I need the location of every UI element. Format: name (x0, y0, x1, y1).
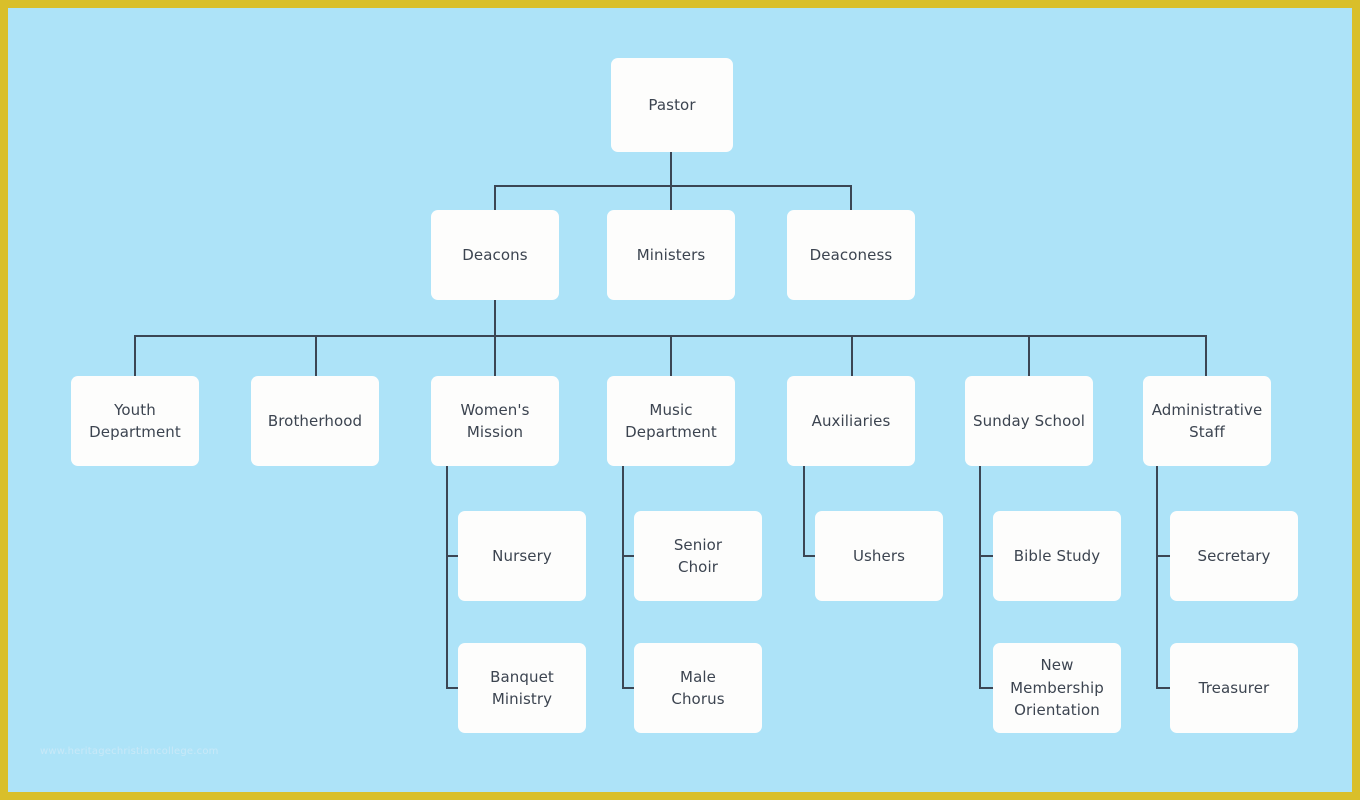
org-node-nursery[interactable]: Nursery (458, 511, 586, 601)
org-node-deaconess-label: Deaconess (809, 245, 893, 264)
connector-music-spine (622, 466, 624, 689)
connector-newmember-stub (979, 687, 993, 689)
connector-auxiliaries-spine (803, 466, 805, 557)
org-node-bible-study[interactable]: Bible Study (993, 511, 1121, 601)
org-node-brotherhood[interactable]: Brotherhood (251, 376, 379, 466)
org-node-ministers-label: Ministers (636, 245, 706, 264)
org-node-music-department[interactable]: Music Department (607, 376, 735, 466)
watermark-text: www.heritagechristiancollege.com (40, 746, 219, 757)
org-node-womens-mission[interactable]: Women's Mission (431, 376, 559, 466)
connector-music-drop (670, 335, 672, 379)
org-node-treasurer-label: Treasurer (1198, 678, 1270, 697)
connector-womens-drop (494, 335, 496, 379)
org-node-male-chorus-label: Male Chorus (671, 667, 725, 709)
org-node-pastor-label: Pastor (648, 95, 696, 114)
org-node-banquet-ministry-label: Banquet Ministry (490, 667, 554, 709)
connector-admin-drop (1205, 335, 1207, 379)
connector-sunday-spine (979, 466, 981, 689)
org-node-senior-choir[interactable]: Senior Choir (634, 511, 762, 601)
org-node-administrative-staff[interactable]: Administrative Staff (1143, 376, 1271, 466)
org-node-male-chorus[interactable]: Male Chorus (634, 643, 762, 733)
org-node-ministers[interactable]: Ministers (607, 210, 735, 300)
connector-banquet-stub (446, 687, 458, 689)
org-node-sunday-school[interactable]: Sunday School (965, 376, 1093, 466)
org-node-youth-department-label: Youth Department (89, 400, 181, 442)
connector-sunday-drop (1028, 335, 1030, 379)
connector-deacons-stem (494, 300, 496, 336)
org-node-youth-department[interactable]: Youth Department (71, 376, 199, 466)
connector-youth-drop (134, 335, 136, 379)
connector-admin-spine (1156, 466, 1158, 689)
org-node-senior-choir-label: Senior Choir (673, 535, 723, 577)
org-node-deaconess[interactable]: Deaconess (787, 210, 915, 300)
org-chart-canvas: Pastor Deacons Ministers Deaconess Youth… (8, 8, 1352, 792)
org-node-treasurer[interactable]: Treasurer (1170, 643, 1298, 733)
connector-womens-spine (446, 466, 448, 689)
org-node-womens-mission-label: Women's Mission (460, 400, 530, 442)
org-node-administrative-staff-label: Administrative Staff (1151, 400, 1263, 442)
org-node-secretary[interactable]: Secretary (1170, 511, 1298, 601)
connector-secretary-stub (1156, 555, 1170, 557)
org-node-bible-study-label: Bible Study (1013, 546, 1101, 565)
connector-level1-bus (494, 185, 852, 187)
org-node-pastor[interactable]: Pastor (611, 58, 733, 152)
org-node-ushers-label: Ushers (852, 546, 906, 565)
org-node-new-membership-orientation[interactable]: New Membership Orientation (993, 643, 1121, 733)
org-node-nursery-label: Nursery (492, 546, 552, 565)
org-node-deacons[interactable]: Deacons (431, 210, 559, 300)
org-node-sunday-school-label: Sunday School (973, 411, 1085, 430)
connector-biblestudy-stub (979, 555, 993, 557)
connector-brotherhood-drop (315, 335, 317, 379)
connector-seniorchoir-stub (622, 555, 634, 557)
org-node-deacons-label: Deacons (462, 245, 528, 264)
connector-treasurer-stub (1156, 687, 1170, 689)
org-node-ushers[interactable]: Ushers (815, 511, 943, 601)
org-node-brotherhood-label: Brotherhood (267, 411, 363, 430)
org-node-auxiliaries[interactable]: Auxiliaries (787, 376, 915, 466)
connector-malechorus-stub (622, 687, 634, 689)
org-node-banquet-ministry[interactable]: Banquet Ministry (458, 643, 586, 733)
connector-ushers-stub (803, 555, 815, 557)
org-node-new-membership-orientation-label: New Membership Orientation (1010, 656, 1104, 720)
org-node-music-department-label: Music Department (625, 400, 717, 442)
connector-auxiliaries-drop (851, 335, 853, 379)
org-node-auxiliaries-label: Auxiliaries (811, 411, 891, 430)
connector-nursery-stub (446, 555, 458, 557)
org-node-secretary-label: Secretary (1197, 546, 1271, 565)
